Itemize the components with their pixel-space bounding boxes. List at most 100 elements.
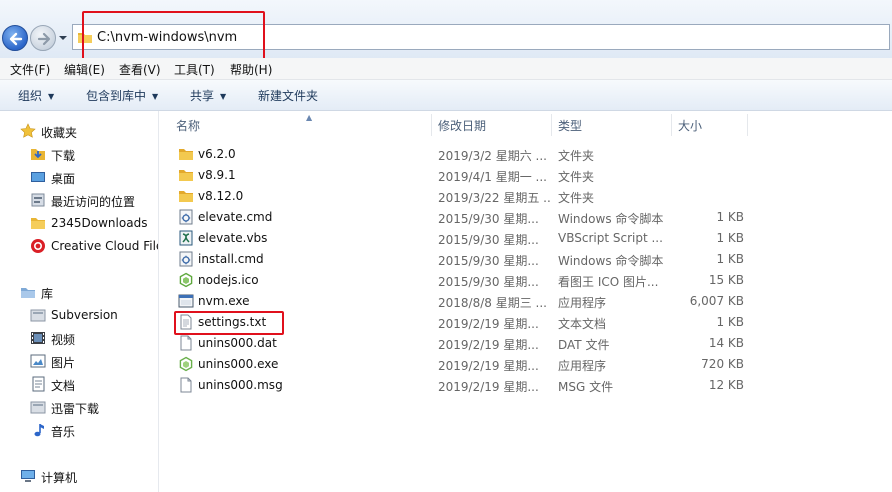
recent-places-icon [30, 192, 46, 208]
column-header-modified[interactable]: 修改日期 [432, 114, 552, 136]
nav-2345downloads-label: 2345Downloads [51, 216, 148, 230]
file-row[interactable]: unins000.msg 2019/2/19 星期... MSG 文件 12 KB [160, 375, 892, 396]
folder-icon [178, 188, 194, 204]
file-name: v8.12.0 [198, 189, 244, 203]
file-name: install.cmd [198, 252, 264, 266]
file-type: Windows 命令脚本 [558, 254, 664, 268]
file-row[interactable]: v6.2.0 2019/3/2 星期六 ... 文件夹 [160, 144, 892, 165]
file-type: 看图王 ICO 图片... [558, 275, 659, 289]
nav-computer-label: 计算机 [41, 471, 78, 485]
library-folder-icon [30, 399, 46, 415]
vbs-script-icon [178, 230, 194, 246]
nav-videos[interactable]: 视频 [0, 327, 158, 349]
nav-desktop-label: 桌面 [51, 172, 76, 186]
creative-cloud-icon [30, 238, 46, 254]
chevron-down-icon [59, 36, 67, 40]
file-type: DAT 文件 [558, 338, 610, 352]
nav-documents[interactable]: 文档 [0, 373, 158, 395]
file-size: 720 KB [701, 357, 744, 371]
file-row[interactable]: unins000.dat 2019/2/19 星期... DAT 文件 14 KB [160, 333, 892, 354]
forward-button[interactable] [30, 25, 56, 51]
file-modified-date: 2019/2/19 星期... [438, 359, 539, 373]
new-folder-button[interactable]: 新建文件夹 [258, 87, 318, 104]
nav-desktop[interactable]: 桌面 [0, 166, 158, 188]
file-row[interactable]: elevate.cmd 2015/9/30 星期... Windows 命令脚本 1 … [160, 207, 892, 228]
desktop-icon [30, 169, 46, 185]
library-icon [20, 284, 36, 300]
menu-help[interactable]: 帮助(H) [230, 61, 272, 78]
file-size: 14 KB [708, 336, 744, 350]
menu-view[interactable]: 查看(V) [119, 61, 161, 78]
command-toolbar: 组织 ▼ 包含到库中 ▼ 共享 ▼ 新建文件夹 [0, 80, 892, 111]
nav-subversion-label: Subversion [51, 308, 118, 322]
sort-ascending-icon: ▲ [306, 113, 313, 122]
file-name: settings.txt [198, 315, 267, 329]
nav-recent-places[interactable]: 最近访问的位置 [0, 189, 158, 211]
file-row[interactable]: elevate.vbs 2015/9/30 星期... VBScript Scrip… [160, 228, 892, 249]
back-button[interactable] [2, 25, 28, 51]
file-name: unins000.exe [198, 357, 279, 371]
file-row[interactable]: nodejs.ico 2015/9/30 星期... 看图王 ICO 图片... 15… [160, 270, 892, 291]
computer-icon [20, 468, 36, 484]
file-name: nvm.exe [198, 294, 250, 308]
file-size: 1 KB [716, 231, 744, 245]
music-note-icon [30, 422, 46, 438]
file-modified-date: 2018/8/8 星期三 ... [438, 296, 547, 310]
text-file-icon [178, 314, 194, 330]
organize-button[interactable]: 组织 ▼ [18, 87, 54, 104]
nav-pictures-label: 图片 [51, 356, 76, 370]
file-row[interactable]: v8.9.1 2019/4/1 星期一 ... 文件夹 [160, 165, 892, 186]
nav-xunlei-label: 迅雷下载 [51, 402, 100, 416]
recent-pages-dropdown[interactable] [58, 33, 68, 43]
file-size: 1 KB [716, 210, 744, 224]
file-size: 6,007 KB [689, 294, 744, 308]
column-header-name[interactable]: ▲ 名称 [170, 113, 432, 136]
installer-icon [178, 356, 194, 372]
file-row[interactable]: settings.txt 2019/2/19 星期... 文本文档 1 KB [160, 312, 892, 333]
file-row[interactable]: unins000.exe 2019/2/19 星期... 应用程序 720 KB [160, 354, 892, 375]
nav-downloads[interactable]: 下载 [0, 143, 158, 165]
file-modified-date: 2015/9/30 星期... [438, 233, 539, 247]
share-button[interactable]: 共享 ▼ [190, 87, 226, 104]
nav-2345downloads[interactable]: 2345Downloads [0, 212, 158, 234]
nav-favorites[interactable]: 收藏夹 [0, 120, 158, 142]
address-path[interactable]: C:\nvm-windows\nvm [97, 30, 237, 45]
column-header-size[interactable]: 大小 [672, 114, 748, 136]
nav-creative-cloud-label: Creative Cloud Files [51, 239, 159, 253]
file-name: unins000.msg [198, 378, 283, 392]
nav-libraries[interactable]: 库 [0, 281, 158, 303]
file-size: 1 KB [716, 315, 744, 329]
file-row[interactable]: install.cmd 2015/9/30 星期... Windows 命令脚本 1 … [160, 249, 892, 270]
application-icon [178, 293, 194, 309]
file-row[interactable]: v8.12.0 2019/3/22 星期五 ... 文件夹 [160, 186, 892, 207]
nav-creative-cloud[interactable]: Creative Cloud Files [0, 235, 158, 257]
nav-computer[interactable]: 计算机 [0, 465, 158, 487]
image-file-icon [178, 272, 194, 288]
file-modified-date: 2019/3/22 星期五 ... [438, 191, 550, 205]
file-name: v8.9.1 [198, 168, 236, 182]
nav-subversion[interactable]: Subversion [0, 304, 158, 326]
column-header-type[interactable]: 类型 [552, 114, 672, 136]
include-library-button[interactable]: 包含到库中 ▼ [86, 87, 158, 104]
file-modified-date: 2015/9/30 星期... [438, 275, 539, 289]
file-modified-date: 2019/2/19 星期... [438, 380, 539, 394]
file-type: 文本文档 [558, 317, 607, 331]
file-row[interactable]: nvm.exe 2018/8/8 星期三 ... 应用程序 6,007 KB [160, 291, 892, 312]
file-name: elevate.cmd [198, 210, 273, 224]
arrow-left-icon [9, 32, 23, 46]
file-type: 应用程序 [558, 296, 607, 310]
menu-file[interactable]: 文件(F) [10, 61, 50, 78]
menu-tools[interactable]: 工具(T) [174, 61, 215, 78]
menu-edit[interactable]: 编辑(E) [64, 61, 105, 78]
file-size: 1 KB [716, 252, 744, 266]
cmd-script-icon [178, 251, 194, 267]
file-type: MSG 文件 [558, 380, 614, 394]
nav-xunlei-downloads[interactable]: 迅雷下载 [0, 396, 158, 418]
file-modified-date: 2019/2/19 星期... [438, 338, 539, 352]
download-folder-icon [30, 146, 46, 162]
nav-music[interactable]: 音乐 [0, 419, 158, 441]
address-field[interactable]: C:\nvm-windows\nvm [72, 24, 890, 50]
nav-pictures[interactable]: 图片 [0, 350, 158, 372]
file-list-pane: ▲ 名称 修改日期 类型 大小 v6.2.0 2019/3/2 星期六 ... 文件… [160, 111, 892, 492]
nav-videos-label: 视频 [51, 333, 76, 347]
